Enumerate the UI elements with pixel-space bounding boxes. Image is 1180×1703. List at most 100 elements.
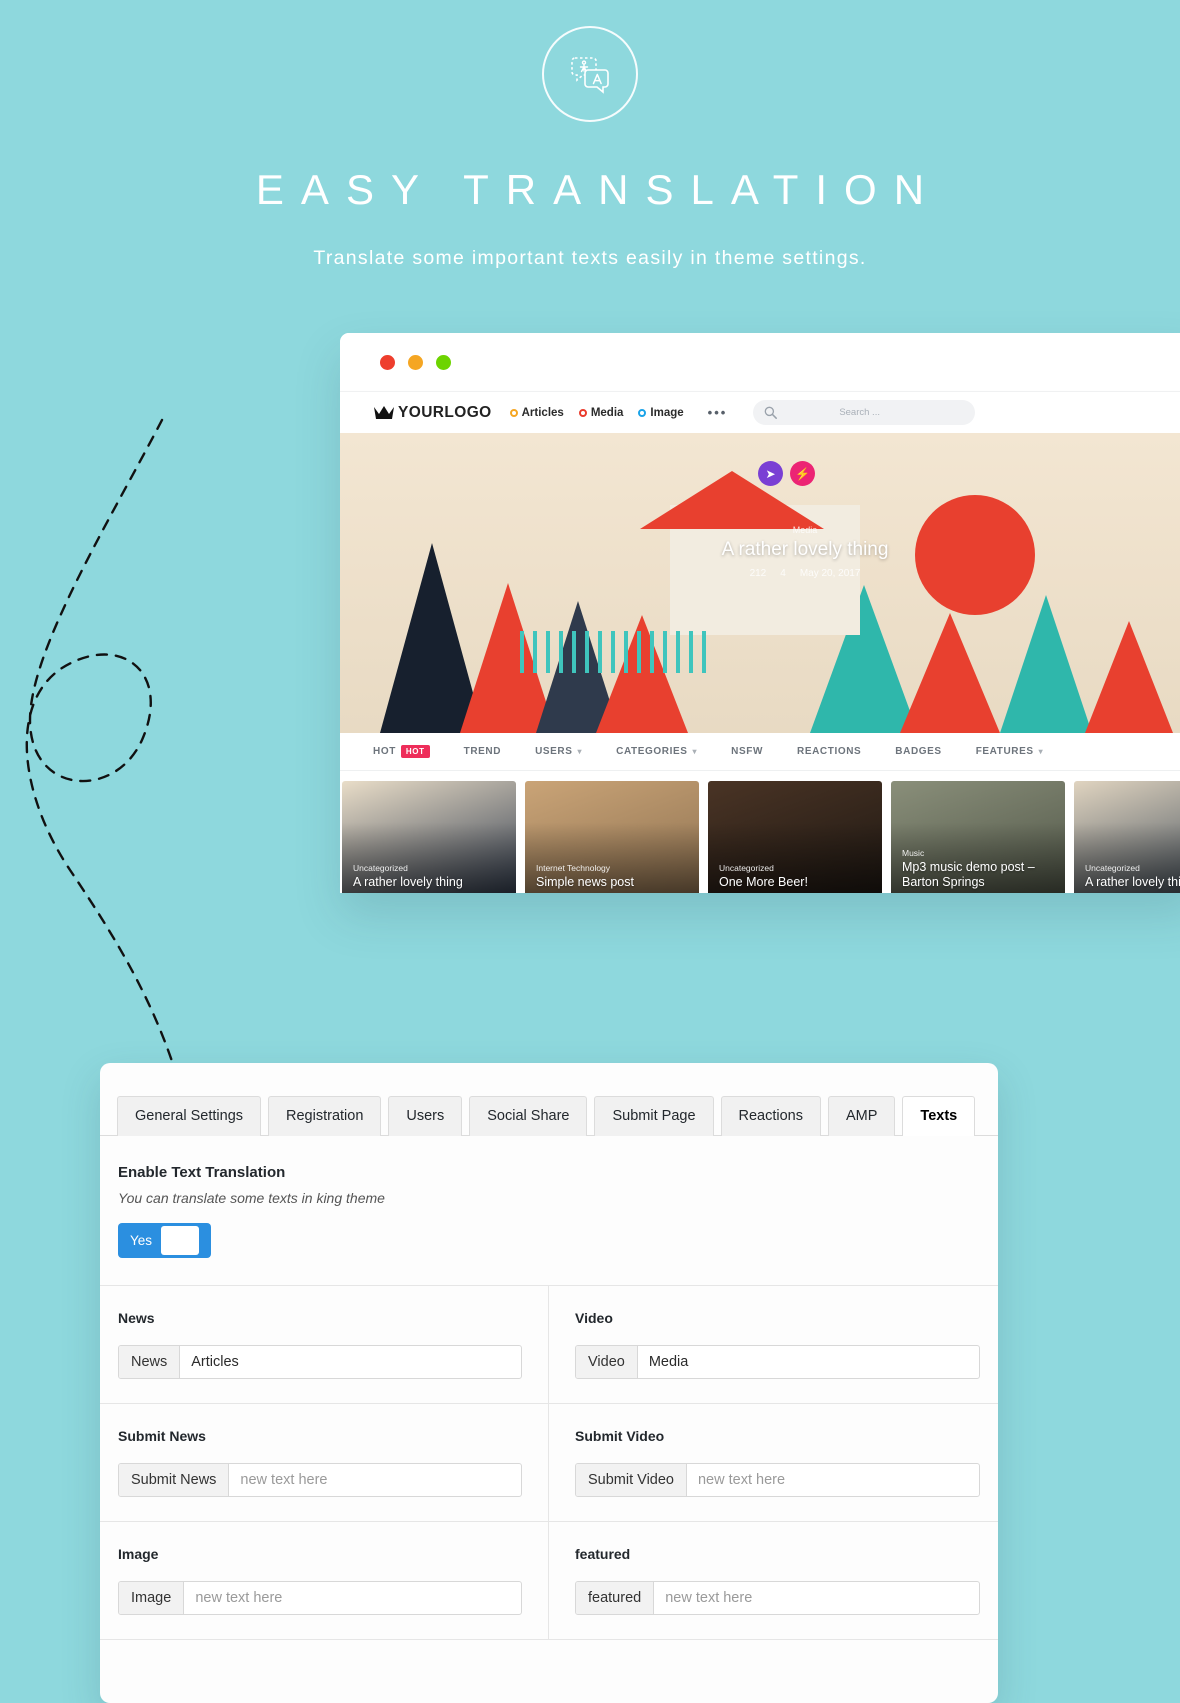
field-input[interactable]: new text here bbox=[654, 1582, 979, 1614]
tab-social-share[interactable]: Social Share bbox=[469, 1096, 588, 1137]
tab-users[interactable]: Users bbox=[388, 1096, 463, 1137]
field-addon: Submit Video bbox=[576, 1464, 687, 1497]
subnav-item-hot[interactable]: HOT HOT bbox=[356, 745, 447, 758]
nav-item-label: Image bbox=[650, 406, 684, 419]
field-title: Submit News bbox=[118, 1428, 206, 1445]
browser-mockup: YOURLOGO Articles Media Image ••• Search… bbox=[340, 333, 1180, 893]
settings-tabs: General Settings Registration Users Soci… bbox=[100, 1063, 998, 1137]
card-text: Uncategorized One More Beer! bbox=[719, 863, 808, 890]
input-group[interactable]: News Articles bbox=[118, 1345, 522, 1380]
site-subnav: HOT HOT TREND USERS ▾ CATEGORIES ▾ NSFW … bbox=[340, 733, 1180, 771]
tab-amp[interactable]: AMP bbox=[828, 1096, 896, 1137]
search-box[interactable]: Search ... bbox=[753, 400, 976, 425]
subnav-item-badges[interactable]: BADGES bbox=[878, 746, 958, 757]
input-group[interactable]: Video Media bbox=[575, 1345, 980, 1380]
input-group[interactable]: featured new text here bbox=[575, 1581, 980, 1616]
field-addon: featured bbox=[576, 1582, 655, 1615]
field-cell-video: Video Video Media bbox=[549, 1286, 998, 1405]
field-input[interactable]: new text here bbox=[229, 1464, 521, 1496]
field-title: News bbox=[118, 1310, 155, 1327]
hero-post-overlay: Media A rather lovely thing 212 4 May 20… bbox=[640, 525, 970, 579]
translation-fields-grid: News News Articles Video Video Media Sub… bbox=[100, 1286, 998, 1641]
card-title: Simple news post bbox=[536, 875, 634, 889]
nav-item-media[interactable]: Media bbox=[578, 406, 624, 419]
translate-icon bbox=[571, 57, 609, 94]
subnav-label: REACTIONS bbox=[797, 746, 862, 757]
hot-badge: HOT bbox=[400, 745, 430, 758]
tab-texts[interactable]: Texts bbox=[902, 1096, 976, 1137]
card-title: A rather lovely thing bbox=[353, 875, 463, 889]
site-logo[interactable]: YOURLOGO bbox=[374, 404, 492, 422]
input-group[interactable]: Submit Video new text here bbox=[575, 1463, 980, 1498]
crown-icon bbox=[374, 405, 394, 419]
nav-item-image[interactable]: Image bbox=[638, 406, 684, 419]
subnav-label: NSFW bbox=[731, 746, 763, 757]
field-cell-image: Image Image new text here bbox=[100, 1522, 549, 1641]
subnav-item-reactions[interactable]: REACTIONS bbox=[780, 746, 878, 757]
subnav-item-nsfw[interactable]: NSFW bbox=[714, 746, 780, 757]
tab-general-settings[interactable]: General Settings bbox=[117, 1096, 262, 1137]
enable-translation-description: You can translate some texts in king the… bbox=[118, 1190, 385, 1207]
card-title: Mp3 music demo post – Barton Springs bbox=[902, 860, 1035, 889]
card-category: Uncategorized bbox=[1085, 863, 1140, 873]
card-category: Uncategorized bbox=[719, 863, 774, 873]
post-card-strip: Uncategorized A rather lovely thing Inte… bbox=[340, 771, 1180, 893]
nav-item-label: Media bbox=[590, 406, 624, 419]
post-card[interactable]: Uncategorized A rather lovely thing bbox=[1074, 781, 1180, 893]
card-category: Music bbox=[902, 848, 925, 858]
hero-post-date: May 20, 2017 bbox=[799, 568, 861, 579]
field-addon: News bbox=[119, 1346, 181, 1379]
search-icon bbox=[764, 406, 778, 419]
field-input[interactable]: Media bbox=[638, 1346, 979, 1378]
input-group[interactable]: Image new text here bbox=[118, 1581, 522, 1616]
card-title: A rather lovely thing bbox=[1085, 875, 1180, 889]
nav-item-articles[interactable]: Articles bbox=[509, 407, 564, 419]
card-text: Music Mp3 music demo post – Barton Sprin… bbox=[902, 848, 1065, 890]
field-title: featured bbox=[575, 1546, 631, 1563]
enable-translation-title: Enable Text Translation bbox=[118, 1164, 286, 1182]
window-maximize-dot[interactable] bbox=[436, 354, 451, 370]
site-hero-image: ➤ ⚡ Media A rather lovely thing 212 4 Ma… bbox=[340, 433, 1180, 733]
field-input[interactable]: Articles bbox=[180, 1346, 521, 1378]
subnav-label: TREND bbox=[463, 746, 502, 757]
subnav-item-trend[interactable]: TREND bbox=[447, 746, 518, 757]
bolt-icon[interactable]: ⚡ bbox=[790, 461, 815, 486]
tab-registration[interactable]: Registration bbox=[268, 1096, 382, 1137]
card-text: Internet Technology Simple news post bbox=[536, 863, 634, 890]
subnav-label: FEATURES bbox=[975, 746, 1034, 757]
site-nav-links: Articles Media Image ••• bbox=[509, 405, 728, 420]
field-addon: Image bbox=[119, 1582, 185, 1615]
field-input[interactable]: new text here bbox=[184, 1582, 521, 1614]
enable-translation-toggle[interactable]: Yes bbox=[118, 1223, 211, 1259]
window-close-dot[interactable] bbox=[380, 354, 395, 370]
theme-settings-panel: General Settings Registration Users Soci… bbox=[100, 1063, 998, 1703]
subnav-item-features[interactable]: FEATURES ▾ bbox=[959, 746, 1061, 757]
hero-section: EASY TRANSLATION Translate some importan… bbox=[0, 0, 1180, 270]
window-minimize-dot[interactable] bbox=[408, 354, 423, 370]
hero-post-comments: 4 bbox=[780, 568, 786, 579]
card-text: Uncategorized A rather lovely thing bbox=[1085, 863, 1180, 890]
hero-post-title[interactable]: A rather lovely thing bbox=[640, 539, 970, 561]
translate-icon-circle bbox=[542, 26, 638, 122]
post-card[interactable]: Uncategorized A rather lovely thing bbox=[342, 781, 516, 893]
tab-reactions[interactable]: Reactions bbox=[720, 1096, 821, 1137]
card-title: One More Beer! bbox=[719, 875, 808, 889]
field-input[interactable]: new text here bbox=[687, 1464, 979, 1496]
search-input[interactable]: Search ... bbox=[839, 407, 880, 418]
post-card[interactable]: Music Mp3 music demo post – Barton Sprin… bbox=[891, 781, 1065, 893]
tree-shape bbox=[1000, 595, 1092, 733]
field-title: Image bbox=[118, 1546, 159, 1563]
tab-submit-page[interactable]: Submit Page bbox=[594, 1096, 714, 1137]
toggle-knob[interactable] bbox=[161, 1226, 200, 1256]
post-card[interactable]: Internet Technology Simple news post bbox=[525, 781, 699, 893]
page-title: EASY TRANSLATION bbox=[255, 166, 942, 213]
chevron-down-icon: ▾ bbox=[577, 747, 583, 756]
subnav-item-categories[interactable]: CATEGORIES ▾ bbox=[599, 746, 714, 757]
subnav-item-users[interactable]: USERS ▾ bbox=[518, 746, 599, 757]
input-group[interactable]: Submit News new text here bbox=[118, 1463, 522, 1498]
nav-more-icon[interactable]: ••• bbox=[708, 405, 728, 420]
hero-post-views: 212 bbox=[749, 568, 767, 579]
post-card[interactable]: Uncategorized One More Beer! bbox=[708, 781, 882, 893]
rocket-icon[interactable]: ➤ bbox=[758, 461, 783, 486]
toggle-label: Yes bbox=[130, 1233, 153, 1249]
